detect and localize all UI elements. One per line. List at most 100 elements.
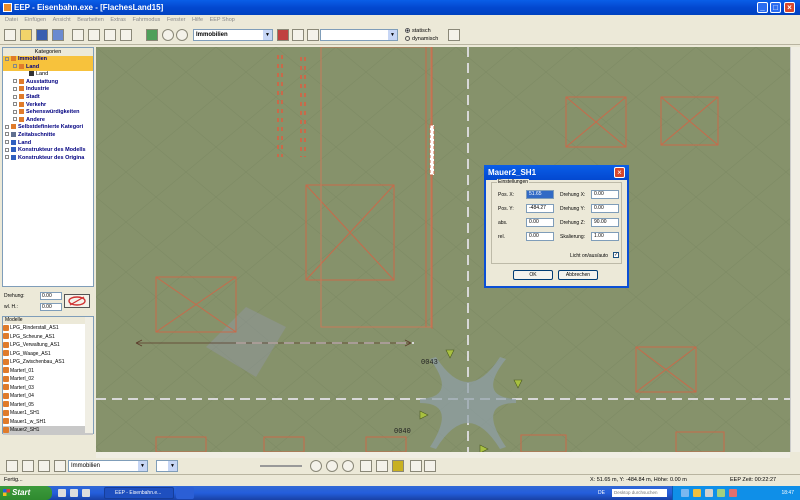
- quicklaunch-ie-icon[interactable]: [58, 489, 66, 497]
- expand-icon[interactable]: [13, 117, 17, 122]
- menu-extras[interactable]: Extras: [110, 17, 126, 23]
- taskbar-button-extra[interactable]: [176, 487, 194, 499]
- pos-y-input[interactable]: -484.27: [526, 204, 554, 213]
- language-indicator[interactable]: DE: [598, 486, 605, 500]
- radio-dynamic[interactable]: dynamisch: [405, 36, 438, 42]
- expand-icon[interactable]: [5, 147, 9, 152]
- tree-item-constructor-original[interactable]: Konstrukteur des Origina: [3, 155, 93, 163]
- rotation-input[interactable]: 0.00: [40, 292, 62, 300]
- expand-icon[interactable]: [5, 124, 9, 129]
- quicklaunch-folder-icon[interactable]: [70, 489, 78, 497]
- expand-icon[interactable]: [5, 155, 9, 160]
- menu-ansicht[interactable]: Ansicht: [53, 17, 71, 23]
- tool-icon[interactable]: [292, 29, 304, 41]
- scale-input[interactable]: 1.00: [591, 232, 619, 241]
- tools-icon[interactable]: [448, 29, 460, 41]
- model-item[interactable]: Marterl_05: [3, 401, 93, 410]
- menu-eep-shop[interactable]: EEP Shop: [210, 17, 235, 23]
- tree-item-verkehr[interactable]: Verkehr: [3, 102, 93, 110]
- chevron-down-icon[interactable]: ▼: [138, 461, 147, 471]
- menu-fenster[interactable]: Fenster: [167, 17, 186, 23]
- rot-y-input[interactable]: 0.00: [591, 204, 619, 213]
- zoom-in-icon[interactable]: [162, 29, 174, 41]
- model-item[interactable]: LPG_Scheune_AS1: [3, 333, 93, 342]
- zoom-out-icon[interactable]: [342, 460, 354, 472]
- layout-map[interactable]: 0043 0040: [96, 47, 790, 452]
- redo-icon[interactable]: [424, 460, 436, 472]
- model-item[interactable]: LPG_Zwischenbau_AS1: [3, 358, 93, 367]
- open-folder-icon[interactable]: [20, 29, 32, 41]
- tree-item-ausstattung[interactable]: Ausstattung: [3, 79, 93, 87]
- layout-icon[interactable]: [120, 29, 132, 41]
- save-as-icon[interactable]: [52, 29, 64, 41]
- menu-fahrmodus[interactable]: Fahrmodus: [132, 17, 160, 23]
- expand-icon[interactable]: [13, 102, 17, 107]
- selected-wall[interactable]: [429, 124, 435, 176]
- signal-tool-icon[interactable]: [376, 460, 388, 472]
- clock[interactable]: 18:47: [781, 486, 794, 500]
- layer-select[interactable]: Immobilien ▼: [68, 460, 148, 472]
- model-item[interactable]: Marterl_01: [3, 367, 93, 376]
- height-slider[interactable]: [260, 465, 302, 467]
- expand-icon[interactable]: [5, 132, 9, 137]
- model-item[interactable]: LPG_Rinderstall_AS1: [3, 324, 93, 333]
- tree-item-zeitabschnitte[interactable]: Zeitabschnitte: [3, 132, 93, 140]
- expand-icon[interactable]: [13, 109, 17, 114]
- track-plan[interactable]: 0043 0040: [96, 47, 790, 452]
- close-button[interactable]: ×: [784, 2, 795, 13]
- tray-volume-icon[interactable]: [705, 489, 713, 497]
- menu-bearbeiten[interactable]: Bearbeiten: [77, 17, 104, 23]
- light-checkbox[interactable]: ✓: [613, 252, 619, 258]
- expand-icon[interactable]: [13, 86, 17, 91]
- model-list-scrollbar[interactable]: [85, 317, 93, 433]
- menu-hilfe[interactable]: Hilfe: [192, 17, 203, 23]
- tree-item-custom-category[interactable]: Selbstdefinierte Kategori: [3, 124, 93, 132]
- desktop-search-input[interactable]: Desktop durchsuchen: [612, 489, 667, 497]
- menu-datei[interactable]: Datei: [5, 17, 18, 23]
- expand-icon[interactable]: [5, 140, 9, 145]
- zoom-in-icon[interactable]: [326, 460, 338, 472]
- radio-static[interactable]: statisch: [405, 28, 431, 34]
- model-item[interactable]: Marterl_04: [3, 392, 93, 401]
- tree-item-stadt[interactable]: Stadt: [3, 94, 93, 102]
- tray-app-icon[interactable]: [717, 489, 725, 497]
- model-item[interactable]: Marterl_03: [3, 384, 93, 393]
- abs-input[interactable]: 0.00: [526, 218, 554, 227]
- rail-icon[interactable]: [277, 29, 289, 41]
- rel-input[interactable]: 0.00: [526, 232, 554, 241]
- map-vertical-scrollbar[interactable]: [790, 47, 800, 452]
- chevron-down-icon[interactable]: ▼: [168, 461, 177, 471]
- text-icon[interactable]: [22, 460, 34, 472]
- tray-alert-icon[interactable]: [729, 489, 737, 497]
- expand-icon[interactable]: [13, 79, 17, 84]
- taskbar-button-eep[interactable]: EEP - Eisenbahn.e...: [104, 487, 174, 499]
- dialog-close-button[interactable]: ×: [614, 167, 625, 178]
- reset-button[interactable]: [64, 294, 90, 308]
- model-item[interactable]: Mauer1_SH1: [3, 409, 93, 418]
- undo-icon[interactable]: [410, 460, 422, 472]
- window-icon[interactable]: [104, 29, 116, 41]
- object-tool-icon[interactable]: [392, 460, 404, 472]
- pos-x-input[interactable]: 51.65: [526, 190, 554, 199]
- copy-icon[interactable]: [72, 29, 84, 41]
- sign-icon[interactable]: [307, 29, 319, 41]
- direction-select[interactable]: ▼: [156, 460, 178, 472]
- save-icon[interactable]: [36, 29, 48, 41]
- tray-security-icon[interactable]: [693, 489, 701, 497]
- tree-item-immobilien[interactable]: Immobilien: [3, 56, 93, 64]
- paste-icon[interactable]: [88, 29, 100, 41]
- model-item[interactable]: LPG_Verwaltung_AS1: [3, 341, 93, 350]
- zoom-out-icon[interactable]: [176, 29, 188, 41]
- new-file-icon[interactable]: [4, 29, 16, 41]
- category-select[interactable]: Immobilien ▼: [193, 29, 273, 41]
- minimize-button[interactable]: _: [757, 2, 768, 13]
- start-button[interactable]: Start: [0, 486, 52, 500]
- chevron-down-icon[interactable]: ▼: [263, 30, 272, 40]
- map-icon[interactable]: [146, 29, 158, 41]
- tree-item-constructor-model[interactable]: Konstrukteur des Modells: [3, 147, 93, 155]
- collapse-icon[interactable]: [5, 56, 9, 61]
- rot-x-input[interactable]: 0.00: [591, 190, 619, 199]
- cancel-button[interactable]: Abbrechen: [558, 270, 598, 280]
- tree-item-industrie[interactable]: Industrie: [3, 86, 93, 94]
- model-item[interactable]: Marterl_02: [3, 375, 93, 384]
